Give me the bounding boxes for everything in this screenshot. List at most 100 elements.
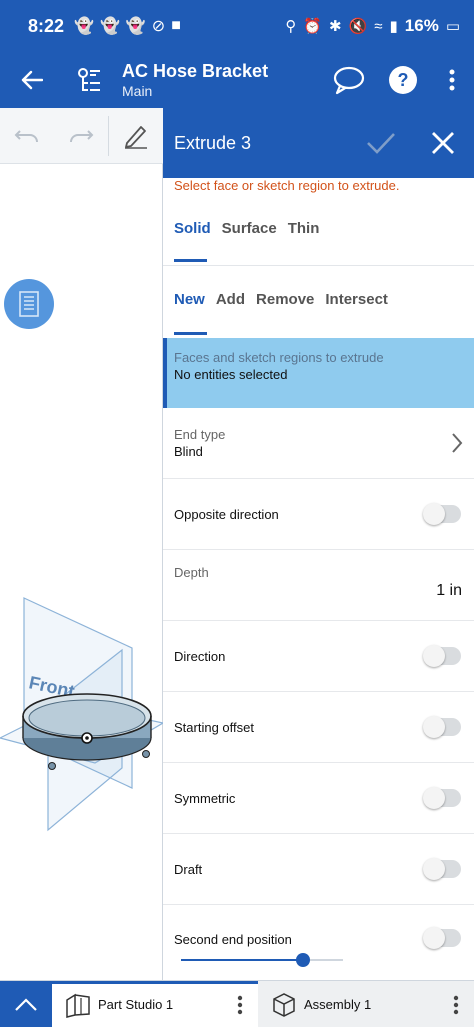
graphics-viewport[interactable]: Front [0, 108, 163, 980]
panel-header: Extrude 3 [163, 108, 474, 178]
entity-selection-field[interactable]: Faces and sketch regions to extrude No e… [163, 338, 474, 408]
end-type-label: End type [174, 427, 226, 442]
symmetric-label: Symmetric [174, 790, 236, 806]
toggle-knob [423, 927, 445, 949]
undo-button[interactable] [0, 108, 54, 164]
assembly-menu-button[interactable] [438, 995, 474, 1015]
symmetric-toggle[interactable] [423, 787, 461, 809]
help-button[interactable]: ? [376, 52, 430, 108]
end-type-value: Blind [174, 444, 203, 459]
bracket-tab-left [48, 762, 56, 770]
tab-surface[interactable]: Surface [222, 220, 277, 265]
redo-icon [70, 129, 94, 142]
document-title: AC Hose Bracket [122, 61, 269, 81]
back-button[interactable] [0, 52, 64, 108]
direction-row: Direction [163, 621, 474, 692]
accept-button[interactable] [350, 108, 412, 178]
more-vertical-icon [449, 69, 455, 91]
opposite-direction-label: Opposite direction [174, 506, 279, 522]
draft-toggle[interactable] [423, 858, 461, 880]
depth-row: Depth 1 in [163, 550, 474, 621]
tab-new[interactable]: New [174, 291, 207, 338]
snapchat-icon: 👻 [74, 18, 94, 35]
cancel-button[interactable] [412, 108, 474, 178]
body-type-tabs: Solid Surface Thin [163, 198, 474, 266]
opposite-direction-toggle[interactable] [423, 503, 461, 525]
scrollbar-fill [181, 959, 303, 961]
operation-tabs: New Add Remove Intersect [163, 266, 474, 338]
opposite-direction-row: Opposite direction [163, 479, 474, 550]
selection-field-value: No entities selected [174, 367, 288, 382]
panel-header-actions [350, 108, 474, 178]
more-vertical-icon [453, 995, 459, 1014]
mute-icon: 🔇 [348, 18, 368, 35]
pencil-icon [125, 125, 147, 149]
tab-solid[interactable]: Solid [174, 220, 211, 265]
feature-tree-button[interactable] [64, 52, 114, 108]
tab-assembly[interactable]: Assembly 1 [258, 981, 474, 1027]
second-end-position-toggle[interactable] [423, 927, 461, 949]
redo-button[interactable] [54, 108, 108, 164]
checkmark-icon [367, 133, 395, 154]
header-actions: ? [322, 52, 474, 108]
feature-title: Extrude 3 [174, 132, 252, 153]
app-header: AC Hose Bracket Main ? [0, 52, 474, 108]
tab-thin[interactable]: Thin [288, 220, 320, 265]
tab-remove[interactable]: Remove [256, 291, 314, 338]
second-end-position-label: Second end position [174, 932, 292, 947]
draft-label: Draft [174, 861, 203, 877]
status-time: 8:22 [28, 15, 65, 36]
document-tabs-bar: Part Studio 1 Assembly 1 [0, 980, 474, 1027]
depth-input[interactable]: 1 in [436, 582, 462, 600]
starting-offset-label: Starting offset [174, 719, 254, 735]
app-notification-icon: ■ [171, 17, 181, 34]
help-icon: ? [389, 66, 417, 94]
snapchat-icon: 👻 [125, 18, 146, 35]
depth-label: Depth [174, 565, 209, 580]
direction-toggle[interactable] [423, 645, 461, 667]
chat-bubble-icon [333, 66, 365, 95]
extrude-feature-panel: Extrude 3 Select face or sketch region t… [163, 108, 474, 980]
scrollbar-thumb[interactable] [295, 953, 310, 967]
comments-button[interactable] [322, 52, 376, 108]
viewport-toolbar [0, 108, 163, 164]
selection-field-label: Faces and sketch regions to extrude [174, 350, 384, 365]
draft-row: Draft [163, 834, 474, 905]
toggle-knob [423, 503, 445, 525]
tab-add[interactable]: Add [216, 291, 245, 338]
battery-percent: 16% [404, 16, 439, 35]
list-icon [19, 291, 39, 317]
wifi-icon: ≈ [374, 17, 383, 35]
chevron-right-icon [452, 433, 463, 453]
part-studio-icon [58, 992, 98, 1018]
tab-part-studio-label: Part Studio 1 [98, 997, 174, 1012]
tab-intersect[interactable]: Intersect [325, 291, 388, 338]
bracket-ring-inner [28, 699, 146, 737]
starting-offset-toggle[interactable] [423, 716, 461, 738]
expand-tabs-button[interactable] [0, 981, 52, 1027]
part-studio-menu-button[interactable] [222, 995, 258, 1015]
no-signal-icon: ⊘ [151, 18, 166, 35]
arrow-left-icon [21, 70, 43, 90]
sketch-button[interactable] [109, 108, 163, 164]
tab-part-studio[interactable]: Part Studio 1 [52, 981, 258, 1027]
overflow-menu-button[interactable] [430, 52, 474, 108]
document-title-block: AC Hose Bracket Main [122, 60, 268, 100]
model-view[interactable]: Front [0, 538, 163, 838]
end-type-row[interactable]: End type Blind [163, 408, 474, 479]
assembly-icon [264, 992, 304, 1018]
symmetric-row: Symmetric [163, 763, 474, 834]
parts-list-button[interactable] [4, 279, 54, 329]
system-icons: ⚲ ⏰ ✱ 🔇 ≈ ▮ 16% ▭ [285, 16, 460, 36]
panel-scrollbar[interactable] [181, 953, 343, 967]
toggle-knob [423, 645, 445, 667]
second-end-position-row: Second end position [163, 905, 474, 949]
status-bar: 8:22 👻 👻 👻 ⊘ ■ ⚲ ⏰ ✱ 🔇 ≈ ▮ 16% ▭ [0, 0, 474, 52]
notification-icons: 👻 👻 👻 ⊘ ■ [74, 16, 181, 36]
starting-offset-row: Starting offset [163, 692, 474, 763]
selection-hint: Select face or sketch region to extrude. [174, 178, 400, 193]
alarm-icon: ⏰ [303, 18, 323, 35]
battery-icon: ▭ [445, 18, 460, 35]
svg-text:?: ? [398, 70, 409, 90]
close-icon [432, 132, 454, 154]
